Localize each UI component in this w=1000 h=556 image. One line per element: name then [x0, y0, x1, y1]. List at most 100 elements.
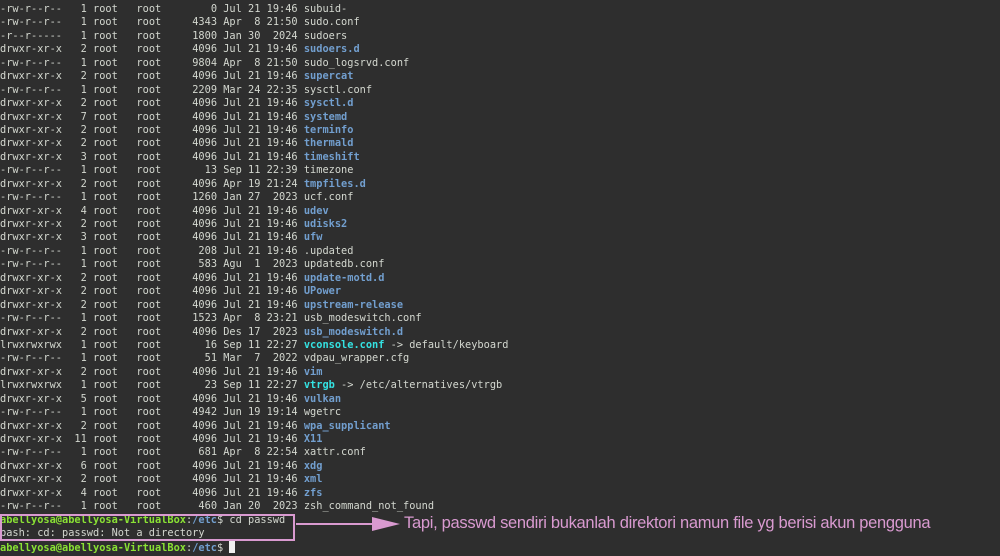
modified-date: Jun 19 19:14	[223, 406, 298, 419]
prompt-symbol: $	[217, 541, 230, 554]
owner: root	[93, 70, 118, 83]
file-name: tmpfiles.d	[303, 177, 366, 190]
group: root	[136, 298, 162, 311]
listing-row: drwxr-xr-x 2 root root 4096 Apr 19 21:24…	[0, 177, 366, 190]
owner: root	[93, 191, 118, 204]
owner: root	[93, 352, 118, 365]
file-name: sysctl.conf	[303, 83, 373, 96]
permissions: drwxr-xr-x	[0, 419, 62, 432]
modified-date: Jul 21 19:46	[223, 365, 298, 378]
listing-row: -rw-r--r-- 1 root root 13 Sep 11 22:39 t…	[0, 164, 354, 177]
listing-row: lrwxrwxrwx 1 root root 23 Sep 11 22:27 v…	[0, 379, 503, 392]
modified-date: Jul 21 19:46	[223, 3, 298, 15]
owner: root	[93, 83, 118, 96]
group: root	[136, 446, 162, 459]
group: root	[136, 43, 162, 56]
permissions: drwxr-xr-x	[0, 365, 62, 378]
listing-row: -rw-r--r-- 1 root root 0 Jul 21 19:46 su…	[0, 3, 348, 15]
permissions: drwxr-xr-x	[0, 97, 62, 110]
file-name: vdpau_wrapper.cfg	[303, 352, 410, 365]
group: root	[136, 486, 162, 499]
prompt-line: abellyosa@abellyosa-VirtualBox:/etc$	[0, 540, 508, 554]
file-name: sysctl.d	[303, 97, 354, 110]
permissions: drwxr-xr-x	[0, 285, 62, 298]
group: root	[136, 459, 162, 472]
group: root	[136, 97, 162, 110]
permissions: -rw-r--r--	[0, 191, 62, 204]
group: root	[136, 244, 162, 257]
modified-date: Jan 27 2023	[223, 191, 298, 204]
permissions: drwxr-xr-x	[0, 150, 62, 163]
permissions: drwxr-xr-x	[0, 473, 62, 486]
permissions: -rw-r--r--	[0, 406, 62, 419]
permissions: drwxr-xr-x	[0, 325, 62, 338]
modified-date: Jul 21 19:46	[223, 285, 298, 298]
owner: root	[93, 298, 118, 311]
file-name: timezone	[303, 164, 354, 177]
listing-row: drwxr-xr-x 2 root root 4096 Jul 21 19:46…	[0, 285, 342, 298]
modified-date: Jul 21 19:46	[223, 459, 298, 472]
listing-row: -r--r----- 1 root root 1800 Jan 30 2024 …	[0, 29, 348, 42]
owner: root	[93, 218, 118, 230]
owner: root	[93, 446, 118, 459]
owner: root	[93, 473, 118, 486]
file-name: timeshift	[303, 150, 360, 163]
file-name: udisks2	[303, 218, 348, 230]
modified-date: Sep 11 22:27	[223, 338, 298, 351]
file-name: updatedb.conf	[303, 258, 385, 271]
owner: root	[93, 110, 118, 123]
permissions: drwxr-xr-x	[0, 177, 62, 190]
group: root	[136, 70, 162, 83]
listing-row: drwxr-xr-x 2 root root 4096 Jul 21 19:46…	[0, 70, 354, 83]
file-name: subuid-	[303, 3, 348, 15]
listing-row: -rw-r--r-- 1 root root 583 Agu 1 2023 up…	[0, 258, 385, 271]
owner: root	[93, 164, 118, 177]
group: root	[136, 365, 162, 378]
permissions: -r--r-----	[0, 29, 62, 42]
modified-date: Jul 21 19:46	[223, 231, 298, 244]
modified-date: Jul 21 19:46	[223, 486, 298, 499]
group: root	[136, 177, 162, 190]
owner: root	[93, 271, 118, 284]
permissions: lrwxrwxrwx	[0, 338, 62, 351]
group: root	[136, 406, 162, 419]
owner: root	[93, 16, 118, 29]
file-name: zfs	[303, 486, 323, 499]
owner: root	[93, 29, 118, 42]
listing-row: drwxr-xr-x 2 root root 4096 Jul 21 19:46…	[0, 218, 348, 230]
permissions: drwxr-xr-x	[0, 123, 62, 136]
group: root	[136, 433, 162, 445]
permissions: -rw-r--r--	[0, 164, 62, 177]
annotation-highlight-box	[0, 514, 295, 541]
file-name: usb_modeswitch.d	[303, 325, 404, 338]
listing-row: drwxr-xr-x 5 root root 4096 Jul 21 19:46…	[0, 392, 342, 405]
group: root	[136, 352, 162, 365]
modified-date: Mar 24 22:35	[223, 83, 298, 96]
owner: root	[93, 325, 118, 338]
listing-row: -rw-r--r-- 1 root root 208 Jul 21 19:46 …	[0, 244, 354, 257]
owner: root	[93, 258, 118, 271]
listing-row: drwxr-xr-x 3 root root 4096 Jul 21 19:46…	[0, 150, 360, 163]
listing-row: drwxr-xr-x 2 root root 4096 Jul 21 19:46…	[0, 43, 360, 56]
terminal-output[interactable]: -rw-r--r-- 1 root root 0 Jul 21 19:46 su…	[0, 3, 508, 554]
owner: root	[93, 3, 118, 15]
file-name: UPower	[303, 285, 342, 298]
modified-date: Jul 21 19:46	[223, 218, 298, 230]
owner: root	[93, 123, 118, 136]
group: root	[136, 325, 162, 338]
permissions: drwxr-xr-x	[0, 204, 62, 217]
file-name: sudoers.d	[303, 43, 360, 56]
listing-row: drwxr-xr-x 3 root root 4096 Jul 21 19:46…	[0, 231, 323, 244]
owner: root	[93, 244, 118, 257]
group: root	[136, 3, 162, 15]
modified-date: Mar 7 2022	[223, 352, 298, 365]
listing-row: drwxr-xr-x 2 root root 4096 Jul 21 19:46…	[0, 419, 391, 432]
listing-row: drwxr-xr-x 11 root root 4096 Jul 21 19:4…	[0, 433, 323, 445]
file-name: wgetrc	[303, 406, 342, 419]
group: root	[136, 379, 162, 392]
group: root	[136, 150, 162, 163]
owner: root	[93, 406, 118, 419]
cursor	[229, 540, 236, 553]
modified-date: Jul 21 19:46	[223, 137, 298, 150]
listing-row: drwxr-xr-x 2 root root 4096 Jul 21 19:46…	[0, 271, 385, 284]
